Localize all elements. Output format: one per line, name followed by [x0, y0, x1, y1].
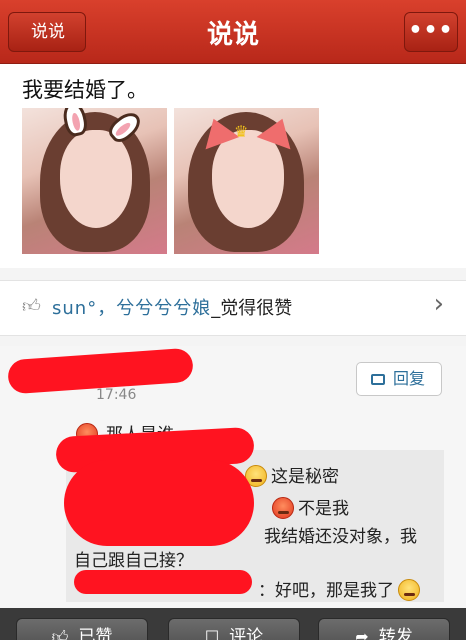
reply-button-label: 回复 — [393, 369, 426, 388]
reply-icon — [371, 374, 385, 385]
face-shape — [60, 130, 132, 228]
post-photo-2[interactable]: ♛ — [174, 108, 319, 254]
reply-text: 不是我 — [298, 499, 349, 519]
reply-4: ：好吧，那是我了 — [258, 576, 424, 601]
likes-text: sun°，兮兮兮兮娘_觉得很赞 — [52, 294, 292, 320]
post-card: 我要结婚了。 ♛ — [0, 64, 466, 268]
reply-text: 这是秘密 — [271, 467, 339, 487]
liker-names[interactable]: sun°，兮兮兮兮娘 — [52, 298, 211, 319]
reply-3: 我结婚还没对象，我 — [264, 522, 417, 547]
crown-icon: ♛ — [234, 122, 249, 141]
comment-button[interactable]: ☐ 评论 — [168, 618, 300, 640]
reply-colon: ： — [258, 581, 275, 601]
reply-text: 自己跟自己接？ — [74, 551, 193, 571]
likes-suffix: _觉得很赞 — [211, 298, 293, 319]
reply-text: 我结婚还没对象，我 — [264, 527, 417, 547]
bottom-action-bar: 👍︎ 已赞 ☐ 评论 ➦ 转发 — [0, 608, 466, 640]
comment-icon: ☐ — [204, 627, 220, 640]
chevron-right-icon: › — [433, 289, 444, 319]
thumbs-up-icon: 👍︎ — [22, 296, 41, 317]
reply-button[interactable]: 回复 — [356, 362, 442, 396]
share-button-label: 转发 — [378, 627, 413, 640]
redaction-mark — [74, 570, 252, 594]
reply-2: 不是我 — [268, 494, 349, 519]
title-bar: 说说 说说 ••• — [0, 0, 466, 64]
comment-button-label: 评论 — [229, 627, 264, 640]
redaction-mark — [64, 460, 254, 546]
share-button[interactable]: ➦ 转发 — [318, 618, 450, 640]
reply-3-continued: 自己跟自己接？ — [74, 546, 193, 571]
like-button[interactable]: 👍︎ 已赞 — [16, 618, 148, 640]
angry-emoji-icon — [272, 497, 294, 519]
face-shape — [212, 130, 284, 228]
thumbs-up-icon: 👍︎ — [51, 627, 69, 640]
post-text: 我要结婚了。 — [22, 78, 148, 102]
sleepy-emoji-icon — [398, 579, 420, 601]
page-title: 说说 — [206, 20, 259, 50]
comment-time: 17:46 — [96, 387, 137, 403]
forward-arrow-icon: ➦ — [355, 627, 369, 640]
like-button-label: 已赞 — [78, 627, 113, 640]
likes-row[interactable]: 👍︎ sun°，兮兮兮兮娘_觉得很赞 › — [0, 280, 466, 336]
reply-text: 好吧，那是我了 — [275, 581, 394, 601]
post-photo-1[interactable] — [22, 108, 167, 254]
more-options-button[interactable]: ••• — [404, 12, 458, 52]
